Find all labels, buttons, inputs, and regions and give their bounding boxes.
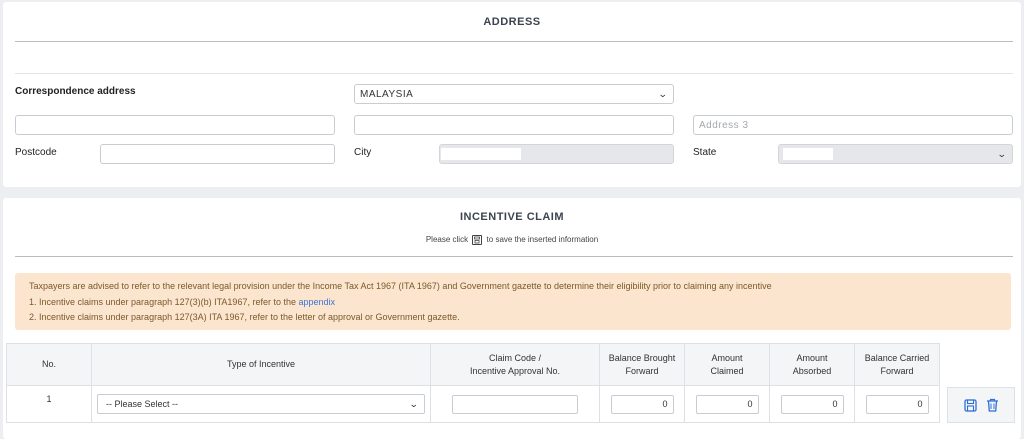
col-header-claimed-line2: Claimed (710, 365, 744, 376)
state-redacted-value (783, 148, 833, 160)
balance-brought-forward-input[interactable]: 0 (610, 394, 674, 414)
col-header-absorbed: Amount Absorbed (769, 343, 855, 386)
save-row-button[interactable] (962, 397, 978, 413)
save-icon (963, 398, 977, 412)
cell-claim-code (430, 385, 600, 423)
col-header-type: Type of Incentive (91, 343, 431, 386)
country-select[interactable]: MALAYSIA ⌄ (354, 84, 674, 104)
delete-row-button[interactable] (984, 397, 1000, 413)
address-divider (15, 73, 1013, 74)
save-hint-after: to save the inserted information (486, 235, 599, 245)
col-header-bbf: Balance Brought Forward (599, 343, 685, 386)
cell-claimed: 0 (684, 385, 770, 423)
amount-claimed-input[interactable]: 0 (695, 394, 759, 414)
eligibility-notice: Taxpayers are advised to refer to the re… (15, 273, 1011, 330)
table-header-row: No. Type of Incentive Claim Code / Incen… (6, 343, 940, 386)
col-header-bcf: Balance Carried Forward (854, 343, 940, 386)
notice-line-1: Taxpayers are advised to refer to the re… (29, 281, 772, 291)
cell-bcf: 0 (854, 385, 940, 423)
col-header-claim-code-line1: Claim Code / (488, 352, 542, 363)
notice-line-2-text: 1. Incentive claims under paragraph 127(… (29, 296, 296, 307)
incentive-table: No. Type of Incentive Claim Code / Incen… (6, 343, 940, 423)
chevron-down-icon: ⌄ (658, 89, 669, 99)
chevron-down-icon: ⌄ (997, 149, 1008, 159)
col-header-claim-code: Claim Code / Incentive Approval No. (430, 343, 600, 386)
col-header-bbf-line2: Forward (625, 365, 659, 376)
cell-type: -- Please Select -- ⌄ (91, 385, 431, 423)
correspondence-address-label: Correspondence address (15, 86, 136, 97)
address-line-1-input[interactable] (15, 115, 335, 135)
notice-line-2: 1. Incentive claims under paragraph 127(… (29, 295, 997, 311)
city-redacted-value (441, 148, 521, 160)
cell-bbf: 0 (599, 385, 685, 423)
address-line-3-input[interactable]: Address 3 (693, 115, 1013, 135)
save-icon (472, 235, 483, 245)
chevron-down-icon: ⌄ (409, 399, 420, 409)
incentive-claim-card: INCENTIVE CLAIM Please click to save the… (3, 198, 1021, 439)
col-header-claimed: Amount Claimed (684, 343, 770, 386)
postcode-input[interactable] (100, 144, 335, 164)
notice-line-3: 2. Incentive claims under paragraph 127(… (29, 312, 460, 322)
col-header-absorbed-line2: Absorbed (792, 365, 832, 376)
row-actions (947, 387, 1015, 423)
country-select-value: MALAYSIA (360, 88, 414, 100)
address-section-title: ADDRESS (483, 16, 541, 28)
appendix-link[interactable]: appendix (299, 297, 336, 307)
incentive-title-divider (15, 256, 1013, 257)
state-select: ⌄ (778, 144, 1013, 164)
col-header-claimed-line1: Amount (711, 352, 743, 363)
address-title-divider (15, 41, 1013, 42)
col-header-bcf-line1: Balance Carried (864, 352, 930, 363)
col-header-no: No. (6, 343, 92, 386)
table-row: 1 -- Please Select -- ⌄ 0 0 0 0 (6, 385, 940, 423)
city-input (439, 144, 674, 164)
incentive-type-value: -- Please Select -- (106, 399, 179, 409)
amount-absorbed-input[interactable]: 0 (780, 394, 844, 414)
state-label: State (693, 147, 717, 158)
balance-carried-forward-input[interactable]: 0 (865, 394, 929, 414)
col-header-absorbed-line1: Amount (796, 352, 828, 363)
address-card: ADDRESS Correspondence address MALAYSIA … (3, 2, 1021, 187)
address-line-3-placeholder: Address 3 (699, 119, 749, 131)
incentive-section-title: INCENTIVE CLAIM (459, 211, 565, 223)
postcode-label: Postcode (15, 147, 57, 158)
col-header-claim-code-line2: Incentive Approval No. (469, 365, 561, 376)
row-number: 1 (6, 385, 92, 423)
incentive-type-select[interactable]: -- Please Select -- ⌄ (97, 394, 425, 414)
address-line-2-input[interactable] (354, 115, 674, 135)
city-label: City (354, 147, 372, 158)
save-hint-before: Please click (425, 235, 469, 245)
col-header-bbf-line1: Balance Brought (608, 352, 676, 363)
col-header-bcf-line2: Forward (880, 365, 914, 376)
cell-absorbed: 0 (769, 385, 855, 423)
save-hint: Please click to save the inserted inform… (3, 235, 1021, 245)
claim-code-input[interactable] (452, 394, 578, 414)
trash-icon (986, 398, 998, 412)
